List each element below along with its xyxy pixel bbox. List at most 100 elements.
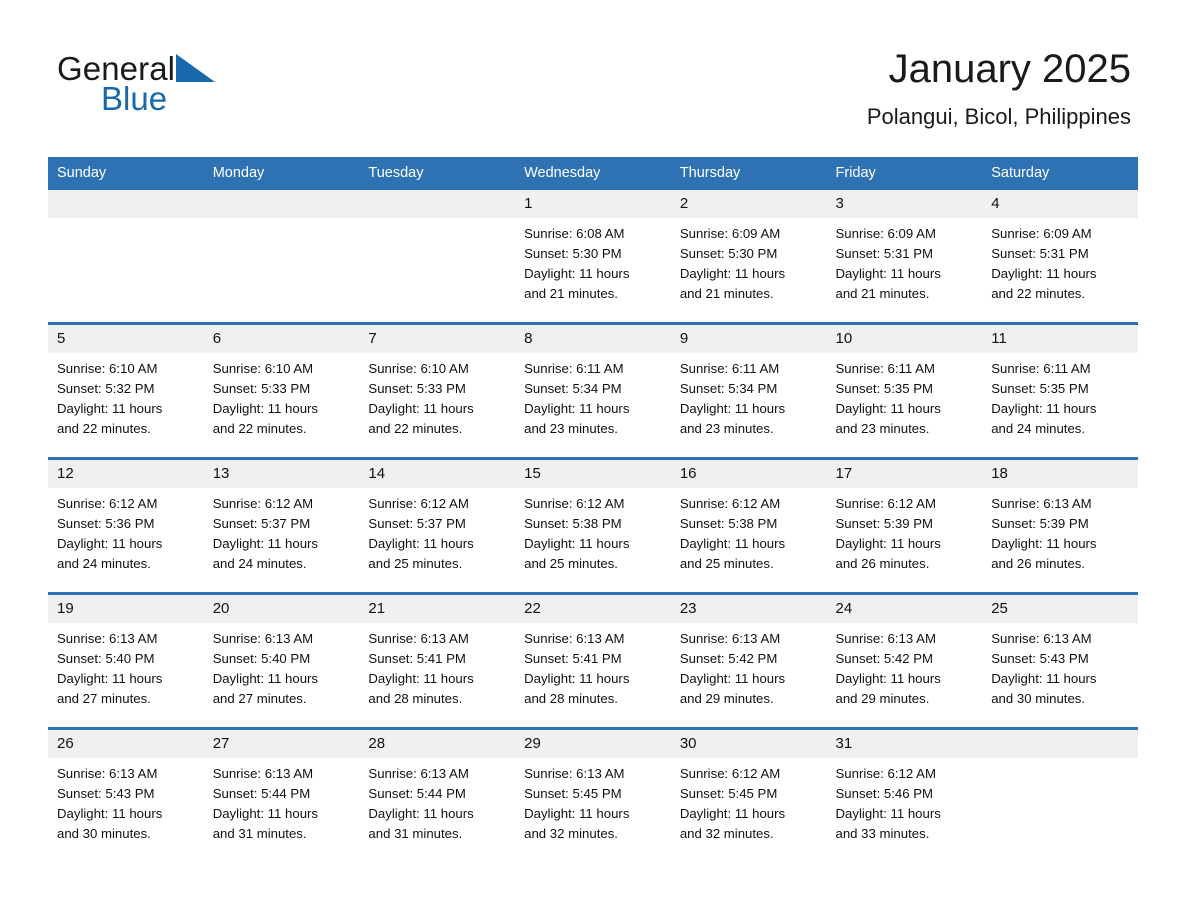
sunrise-text: Sunrise: 6:12 AM (57, 496, 158, 511)
calendar-day-cell[interactable]: 8 Sunrise: 6:11 AM Sunset: 5:34 PM Daylight… (515, 322, 671, 459)
calendar-day-cell[interactable]: 31 Sunrise: 6:12 AM Sunset: 5:46 PM Dayligh… (826, 727, 983, 862)
sunset-text: Sunset: 5:44 PM (212, 786, 311, 801)
calendar-day-cell[interactable]: 24 Sunrise: 6:13 AM Sunset: 5:42 PM Dayligh… (826, 592, 983, 729)
daylight-text-line2: and 24 minutes. (991, 421, 1086, 436)
day-number: 11 (982, 325, 1138, 353)
daylight-text-line1: Daylight: 11 hours (835, 266, 941, 281)
sunset-text: Sunset: 5:38 PM (679, 516, 778, 531)
calendar-day-cell[interactable]: 5 Sunrise: 6:10 AM Sunset: 5:32 PM Daylight… (48, 322, 204, 459)
calendar-day-cell[interactable]: 21 Sunrise: 6:13 AM Sunset: 5:41 PM Dayligh… (359, 592, 516, 729)
calendar-day-cell[interactable]: 20 Sunrise: 6:13 AM Sunset: 5:40 PM Dayligh… (203, 592, 360, 729)
calendar-day-cell[interactable]: 7 Sunrise: 6:10 AM Sunset: 5:33 PM Daylight… (359, 322, 516, 459)
calendar-day-cell-empty (982, 727, 1138, 862)
day-number: 2 (670, 190, 827, 218)
calendar-day-cell[interactable]: 17 Sunrise: 6:12 AM Sunset: 5:39 PM Dayligh… (826, 457, 983, 594)
day-number: 1 (515, 190, 671, 218)
daylight-text-line2: and 22 minutes. (212, 421, 307, 436)
sunset-text: Sunset: 5:30 PM (679, 246, 778, 261)
day-details: Sunrise: 6:13 AM Sunset: 5:40 PM Daylight:… (48, 623, 204, 709)
day-number: 9 (670, 325, 827, 353)
daylight-text-line1: Daylight: 11 hours (679, 671, 786, 686)
calendar-day-cell[interactable]: 10 Sunrise: 6:11 AM Sunset: 5:35 PM Dayligh… (826, 322, 983, 459)
daylight-text-line2: and 27 minutes. (57, 691, 151, 706)
day-details: Sunrise: 6:11 AM Sunset: 5:34 PM Daylight:… (515, 353, 671, 439)
calendar-day-cell[interactable]: 30 Sunrise: 6:12 AM Sunset: 5:45 PM Dayligh… (670, 727, 827, 862)
weekday-header-saturday: Saturday (982, 157, 1138, 190)
calendar-week-row: 26 Sunrise: 6:13 AM Sunset: 5:43 PM Dayligh… (48, 727, 1138, 862)
day-details: Sunrise: 6:12 AM Sunset: 5:46 PM Daylight:… (827, 758, 983, 844)
day-number: 21 (359, 595, 516, 623)
sunrise-text: Sunrise: 6:11 AM (835, 361, 935, 376)
calendar-day-cell[interactable]: 3 Sunrise: 6:09 AM Sunset: 5:31 PM Daylight… (826, 190, 983, 324)
daylight-text-line1: Daylight: 11 hours (991, 266, 1097, 281)
calendar-day-cell[interactable]: 6 Sunrise: 6:10 AM Sunset: 5:33 PM Daylight… (203, 322, 360, 459)
calendar-day-cell[interactable]: 9 Sunrise: 6:11 AM Sunset: 5:34 PM Daylight… (670, 322, 827, 459)
day-details: Sunrise: 6:12 AM Sunset: 5:39 PM Daylight:… (827, 488, 983, 574)
sunrise-text: Sunrise: 6:12 AM (679, 496, 781, 511)
day-details: Sunrise: 6:10 AM Sunset: 5:32 PM Daylight:… (48, 353, 204, 439)
day-number: 17 (826, 460, 983, 488)
sunset-text: Sunset: 5:32 PM (57, 381, 155, 396)
sunrise-text: Sunrise: 6:12 AM (835, 496, 936, 511)
day-number: 13 (203, 460, 360, 488)
weekday-header-wednesday: Wednesday (515, 157, 671, 190)
calendar-day-cell-empty (359, 190, 516, 324)
page-header: General Blue January 2025 Polangui, Bico… (0, 0, 1188, 129)
weekday-header-thursday: Thursday (670, 157, 827, 190)
day-number: 30 (670, 730, 827, 758)
weekday-header-sunday: Sunday (48, 157, 204, 190)
calendar-day-cell[interactable]: 23 Sunrise: 6:13 AM Sunset: 5:42 PM Dayligh… (670, 592, 827, 729)
daylight-text-line1: Daylight: 11 hours (835, 536, 941, 551)
day-details: Sunrise: 6:13 AM Sunset: 5:44 PM Daylight:… (359, 758, 515, 844)
daylight-text-line1: Daylight: 11 hours (57, 536, 163, 551)
day-details: Sunrise: 6:13 AM Sunset: 5:42 PM Daylight:… (827, 623, 983, 709)
daylight-text-line1: Daylight: 11 hours (679, 401, 786, 416)
sunset-text: Sunset: 5:41 PM (368, 651, 466, 666)
calendar-day-cell[interactable]: 25 Sunrise: 6:13 AM Sunset: 5:43 PM Dayligh… (982, 592, 1138, 729)
day-details: Sunrise: 6:11 AM Sunset: 5:35 PM Daylight:… (982, 353, 1138, 439)
sunset-text: Sunset: 5:37 PM (212, 516, 311, 531)
calendar-week-row: 1 Sunrise: 6:08 AM Sunset: 5:30 PM Daylight… (48, 190, 1138, 324)
calendar-day-cell[interactable]: 27 Sunrise: 6:13 AM Sunset: 5:44 PM Dayligh… (203, 727, 360, 862)
sunrise-text: Sunrise: 6:09 AM (679, 226, 781, 241)
daylight-text-line1: Daylight: 11 hours (679, 536, 786, 551)
sunset-text: Sunset: 5:39 PM (835, 516, 934, 531)
day-number: 28 (359, 730, 516, 758)
daylight-text-line1: Daylight: 11 hours (57, 806, 163, 821)
calendar-day-cell[interactable]: 15 Sunrise: 6:12 AM Sunset: 5:38 PM Dayligh… (515, 457, 671, 594)
day-details: Sunrise: 6:13 AM Sunset: 5:40 PM Daylight:… (204, 623, 360, 709)
calendar-day-cell[interactable]: 12 Sunrise: 6:12 AM Sunset: 5:36 PM Dayligh… (48, 457, 204, 594)
day-details: Sunrise: 6:09 AM Sunset: 5:31 PM Daylight:… (827, 218, 983, 304)
daylight-text-line2: and 31 minutes. (368, 826, 463, 841)
calendar-day-cell[interactable]: 13 Sunrise: 6:12 AM Sunset: 5:37 PM Dayligh… (203, 457, 360, 594)
daylight-text-line2: and 26 minutes. (991, 556, 1086, 571)
calendar-day-cell[interactable]: 28 Sunrise: 6:13 AM Sunset: 5:44 PM Dayligh… (359, 727, 516, 862)
day-number: 23 (670, 595, 827, 623)
calendar-day-cell[interactable]: 2 Sunrise: 6:09 AM Sunset: 5:30 PM Daylight… (670, 190, 827, 324)
sunrise-text: Sunrise: 6:13 AM (368, 766, 469, 781)
calendar-day-cell[interactable]: 14 Sunrise: 6:12 AM Sunset: 5:37 PM Dayligh… (359, 457, 516, 594)
sunset-text: Sunset: 5:33 PM (368, 381, 466, 396)
calendar-day-cell[interactable]: 4 Sunrise: 6:09 AM Sunset: 5:31 PM Daylight… (982, 190, 1138, 324)
day-details: Sunrise: 6:10 AM Sunset: 5:33 PM Daylight:… (204, 353, 360, 439)
day-details: Sunrise: 6:13 AM Sunset: 5:43 PM Daylight:… (982, 623, 1138, 709)
calendar-day-cell[interactable]: 29 Sunrise: 6:13 AM Sunset: 5:45 PM Dayligh… (515, 727, 671, 862)
day-details: Sunrise: 6:10 AM Sunset: 5:33 PM Daylight:… (359, 353, 515, 439)
calendar-day-cell[interactable]: 19 Sunrise: 6:13 AM Sunset: 5:40 PM Dayligh… (48, 592, 204, 729)
day-details: Sunrise: 6:13 AM Sunset: 5:42 PM Daylight:… (671, 623, 827, 709)
daylight-text-line2: and 22 minutes. (368, 421, 463, 436)
calendar-day-cell[interactable]: 22 Sunrise: 6:13 AM Sunset: 5:41 PM Dayligh… (515, 592, 671, 729)
calendar-day-cell[interactable]: 18 Sunrise: 6:13 AM Sunset: 5:39 PM Dayligh… (982, 457, 1138, 594)
sunrise-text: Sunrise: 6:09 AM (835, 226, 936, 241)
calendar-day-cell[interactable]: 11 Sunrise: 6:11 AM Sunset: 5:35 PM Dayligh… (982, 322, 1138, 459)
calendar-day-cell[interactable]: 16 Sunrise: 6:12 AM Sunset: 5:38 PM Dayligh… (670, 457, 827, 594)
calendar-day-cell[interactable]: 26 Sunrise: 6:13 AM Sunset: 5:43 PM Dayligh… (48, 727, 204, 862)
daylight-text-line2: and 21 minutes. (679, 286, 774, 301)
calendar-day-cell[interactable]: 1 Sunrise: 6:08 AM Sunset: 5:30 PM Daylight… (515, 190, 671, 324)
daylight-text-line2: and 29 minutes. (679, 691, 774, 706)
daylight-text-line1: Daylight: 11 hours (524, 536, 630, 551)
day-details: Sunrise: 6:12 AM Sunset: 5:36 PM Daylight:… (48, 488, 204, 574)
day-details: Sunrise: 6:11 AM Sunset: 5:35 PM Daylight:… (827, 353, 983, 439)
sunset-text: Sunset: 5:42 PM (835, 651, 934, 666)
sunset-text: Sunset: 5:31 PM (835, 246, 934, 261)
